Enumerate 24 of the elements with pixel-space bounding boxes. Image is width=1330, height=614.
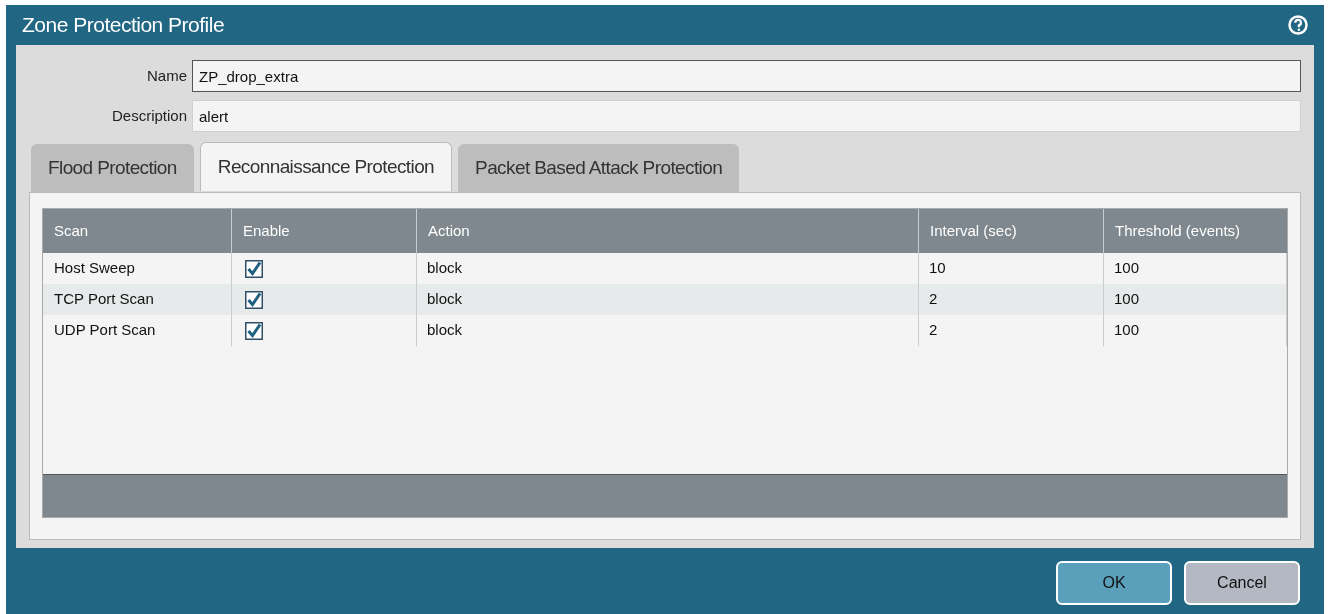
checked-checkbox[interactable] [245,259,263,278]
help-icon[interactable] [1288,15,1308,35]
checked-checkbox[interactable] [245,290,263,309]
table-cell: 2 [918,315,1103,346]
field-label: Name [146,65,188,86]
table-cell-text: UDP Port Scan [53,320,157,341]
window-title: Zone Protection Profile [22,12,225,39]
tab[interactable]: Reconnaissance Protection [199,142,453,191]
table-cell: 2 [918,284,1103,315]
checked-checkbox[interactable] [245,321,263,340]
table-cell: 100 [1103,315,1287,346]
table-cell: 100 [1103,284,1287,315]
table-cell: block [416,284,918,315]
column-header: Scan [53,220,90,241]
table-cell-text: TCP Port Scan [53,289,155,310]
table-cell: block [416,315,918,346]
table-cell-text: Host Sweep [53,258,136,279]
text-field[interactable]: ZP_drop_extra [192,60,1301,92]
tab[interactable]: Packet Based Attack Protection [458,144,740,192]
text-field[interactable]: alert [192,100,1301,132]
tab[interactable]: Flood Protection [31,144,194,192]
ok-button[interactable]: OK [1056,561,1172,605]
field-label: Description [110,105,188,126]
cancel-button[interactable]: Cancel [1184,561,1300,605]
